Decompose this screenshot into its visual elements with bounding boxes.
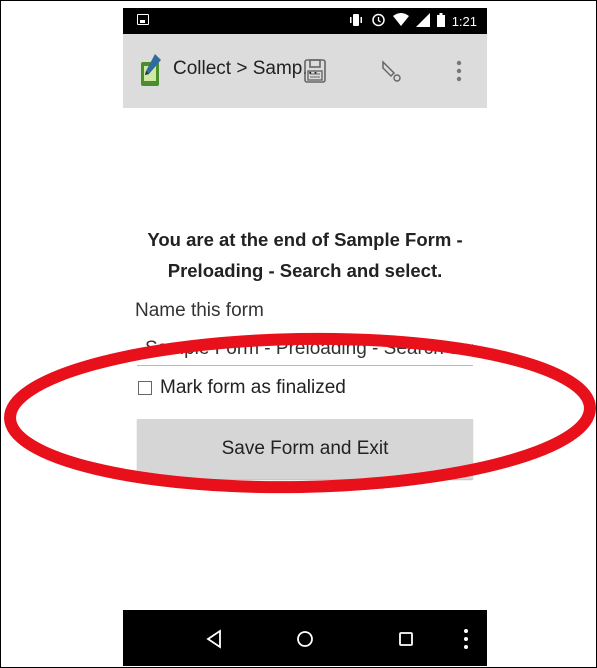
picture-notification-icon [137,14,149,25]
overflow-menu-icon[interactable] [441,51,477,91]
recents-icon[interactable] [391,624,421,654]
more-icon[interactable] [451,624,481,654]
collect-app-icon [135,52,165,88]
home-icon[interactable] [290,624,320,654]
wifi-icon [392,12,409,31]
save-form-and-exit-button[interactable]: Save Form and Exit [137,419,473,479]
save-icon[interactable] [297,51,333,91]
back-icon[interactable] [199,624,229,654]
signal-icon [415,12,430,31]
action-bar: Collect > Samp... [123,34,487,108]
clock-time: 1:21 [451,13,477,29]
edit-icon[interactable] [373,51,409,91]
finalize-checkbox[interactable] [138,381,152,395]
navigation-bar [123,610,487,666]
status-bar: 1:21 [123,8,487,34]
alarm-icon [371,12,386,31]
name-form-label: Name this form [135,300,264,321]
end-of-form-heading: You are at the end of Sample Form - Prel… [147,229,463,281]
vibrate-icon [348,13,364,31]
finalize-label: Mark form as finalized [160,377,346,398]
form-name-input[interactable] [137,332,473,366]
mark-finalized-option[interactable]: Mark form as finalized [138,377,346,399]
battery-icon [436,12,445,31]
